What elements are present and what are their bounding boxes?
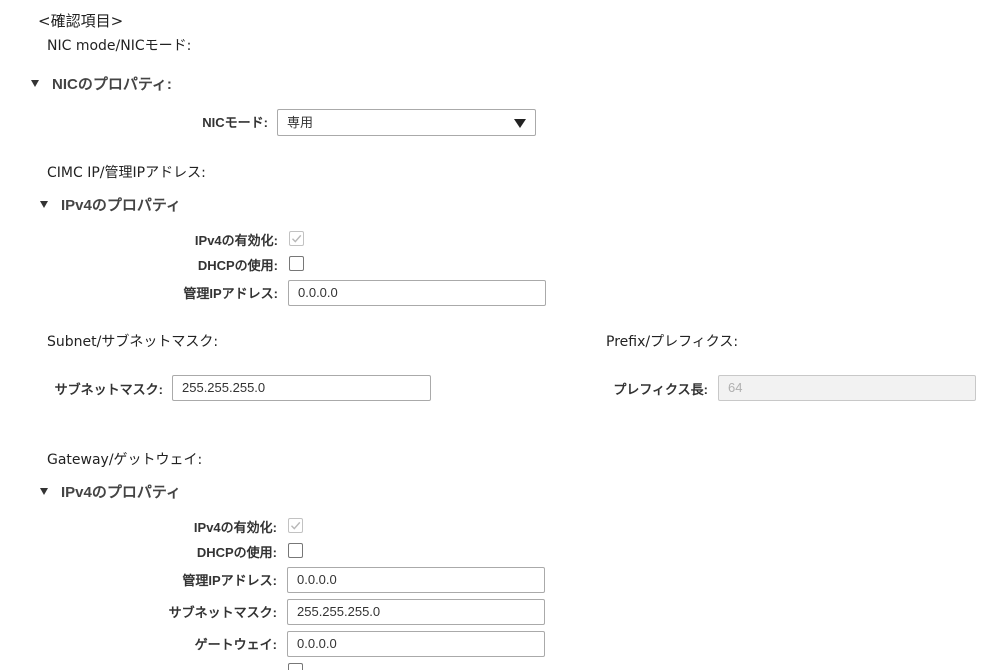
nic-mode-label: NICモード: (202, 115, 268, 130)
ipv4-enable-label: IPv4の有効化: (194, 233, 278, 248)
ipv4-enable-checkbox[interactable] (289, 231, 304, 246)
gateway-mgmt-ip-input[interactable]: 0.0.0.0 (287, 567, 545, 593)
collapse-triangle-icon (40, 201, 48, 208)
collapse-triangle-icon (31, 80, 39, 87)
subnet-mask-input[interactable]: 255.255.255.0 (172, 375, 431, 401)
gateway-subnet-mask-label: サブネットマスク: (168, 605, 277, 620)
nic-mode-select[interactable]: 専用 (277, 109, 536, 136)
checkmark-icon (291, 521, 301, 530)
subnet-mask-label: サブネットマスク: (54, 382, 163, 397)
ipv4-properties-toggle[interactable]: IPv4のプロパティ (40, 197, 181, 215)
ipv4-properties-title: IPv4のプロパティ (61, 197, 181, 214)
checkmark-icon (292, 234, 302, 243)
collapse-triangle-icon (40, 488, 48, 495)
dhcp-checkbox[interactable] (289, 256, 304, 271)
nic-properties-toggle[interactable]: NICのプロパティ: (31, 76, 172, 94)
gateway-next-checkbox[interactable] (288, 663, 303, 670)
gateway-ipv4-properties-title: IPv4のプロパティ (61, 484, 181, 501)
nic-mode-note: NIC mode/NICモード: (47, 38, 192, 54)
dhcp-label: DHCPの使用: (197, 258, 278, 273)
gateway-subnet-mask-input[interactable]: 255.255.255.0 (287, 599, 545, 625)
gateway-dhcp-label: DHCPの使用: (196, 545, 277, 560)
subnet-note: Subnet/サブネットマスク: (47, 334, 219, 350)
gateway-dhcp-checkbox[interactable] (288, 543, 303, 558)
nic-mode-selected-value: 専用 (287, 115, 314, 130)
mgmt-ip-input[interactable]: 0.0.0.0 (288, 280, 546, 306)
page-heading: <確認項目> (38, 12, 124, 30)
prefix-length-input[interactable]: 64 (718, 375, 976, 401)
gateway-ipv4-enable-checkbox[interactable] (288, 518, 303, 533)
mgmt-ip-label: 管理IPアドレス: (183, 286, 278, 301)
chevron-down-icon (514, 119, 526, 128)
cimc-ip-note: CIMC IP/管理IPアドレス: (47, 165, 206, 181)
prefix-length-label: プレフィクス長: (613, 382, 708, 397)
gateway-ipv4-enable-label: IPv4の有効化: (193, 520, 277, 535)
gateway-label: ゲートウェイ: (194, 637, 277, 652)
gateway-ipv4-properties-toggle[interactable]: IPv4のプロパティ (40, 484, 181, 502)
gateway-mgmt-ip-label: 管理IPアドレス: (182, 573, 277, 588)
gateway-input[interactable]: 0.0.0.0 (287, 631, 545, 657)
nic-properties-title: NICのプロパティ: (52, 76, 172, 93)
prefix-note: Prefix/プレフィクス: (606, 334, 739, 350)
gateway-note: Gateway/ゲットウェイ: (47, 452, 203, 468)
